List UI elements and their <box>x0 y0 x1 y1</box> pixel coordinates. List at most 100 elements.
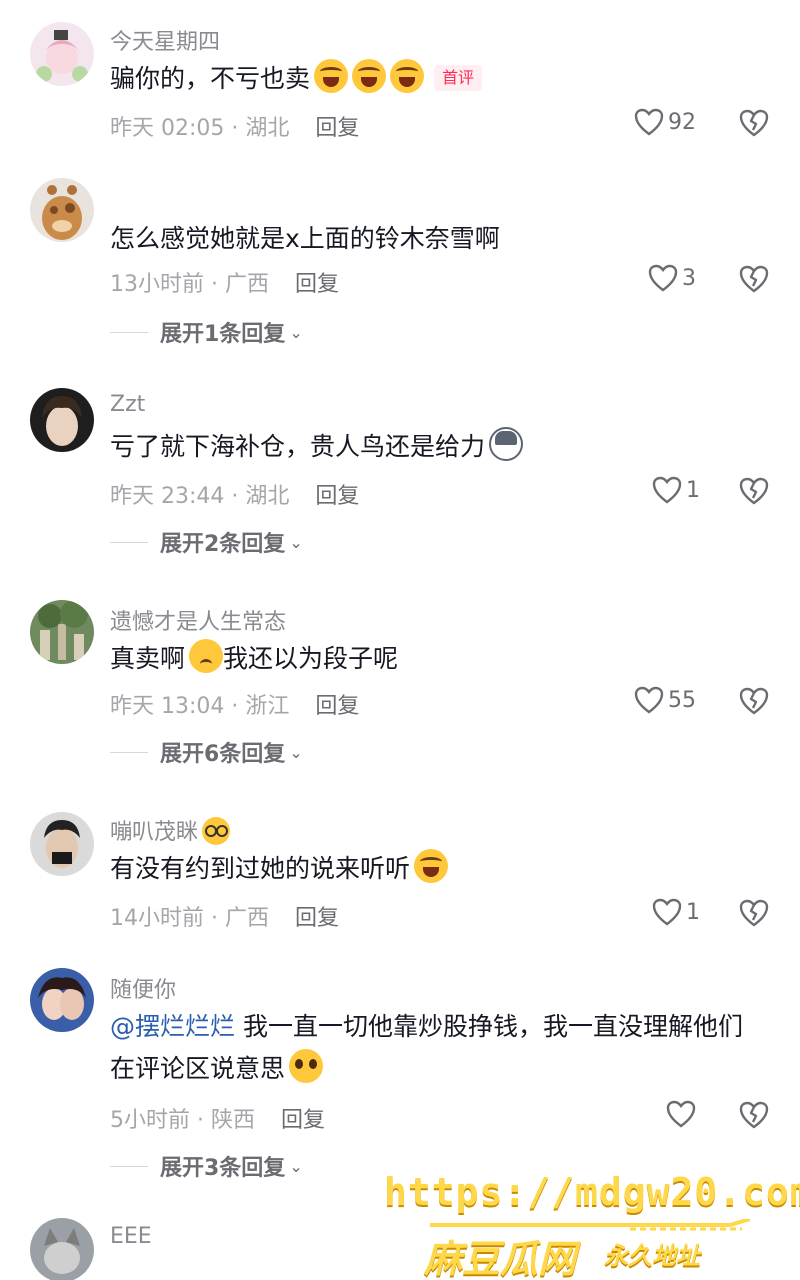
like-button[interactable]: 55 <box>634 686 696 714</box>
expand-replies-label: 展开1条回复 <box>160 322 286 347</box>
avatar[interactable] <box>30 388 94 452</box>
comment-text: 怎么感觉她就是x上面的铃木奈雪啊 <box>110 224 500 253</box>
heart-icon <box>634 686 664 714</box>
avatar[interactable] <box>30 968 94 1032</box>
like-button[interactable]: 92 <box>634 108 696 136</box>
watermark-site-name: 麻豆瓜网 <box>424 1237 577 1280</box>
broken-heart-icon[interactable] <box>738 898 770 928</box>
chevron-down-icon: ⌄ <box>289 322 303 342</box>
comment-location: 陕西 <box>210 1108 255 1133</box>
expand-divider <box>110 541 148 543</box>
meta-separator: · <box>204 272 225 297</box>
reply-button[interactable]: 回复 <box>281 1108 325 1133</box>
heart-icon <box>652 898 682 926</box>
comment-location: 湖北 <box>245 116 290 141</box>
expand-replies-button[interactable]: 展开3条回复 ⌄ <box>110 1150 303 1182</box>
broken-heart-icon[interactable] <box>738 1100 770 1130</box>
comment-text-first: 真卖啊 <box>110 644 186 673</box>
like-count: 92 <box>668 109 696 135</box>
first-comment-badge: 首评 <box>434 65 483 91</box>
nerd-emoji <box>202 817 231 845</box>
heart-icon <box>634 108 664 136</box>
comment-item: 随便你 @摆烂烂烂 我一直一切他靠炒股挣钱，我一直没理解他们在评论区说意思 5小… <box>0 960 800 1200</box>
expand-divider <box>110 331 148 333</box>
broken-heart-icon[interactable] <box>738 476 770 506</box>
username[interactable]: 今天星期四 <box>110 24 220 56</box>
avatar[interactable] <box>30 178 94 242</box>
mention-link[interactable]: @摆烂烂烂 <box>110 1012 235 1041</box>
comment-text-body: 亏了就下海补仓，贵人鸟还是给力 <box>110 432 486 461</box>
avatar[interactable] <box>30 600 94 664</box>
username[interactable]: 嘣叭茂眯 <box>110 814 231 846</box>
comment-text: 骗你的，不亏也卖 首评 <box>110 58 760 100</box>
meta-separator: · <box>204 906 225 931</box>
heart-icon <box>666 1100 696 1128</box>
comment-text: 亏了就下海补仓，贵人鸟还是给力 <box>110 426 760 468</box>
comment-item: 怎么感觉她就是x上面的铃木奈雪啊 13小时前 · 广西 回复 3 展开1条回复 ⌄ <box>0 170 800 370</box>
like-button[interactable]: 3 <box>648 264 696 292</box>
broken-heart-icon[interactable] <box>738 108 770 138</box>
comment-text-second: 我还以为段子呢 <box>223 644 399 673</box>
cry-laugh-emoji <box>314 59 349 93</box>
broken-heart-icon[interactable] <box>738 264 770 294</box>
comment-time: 昨天 13:04 <box>110 694 225 719</box>
like-button[interactable] <box>666 1100 700 1128</box>
avatar[interactable] <box>30 812 94 876</box>
reply-button[interactable]: 回复 <box>295 272 339 297</box>
avatar[interactable] <box>30 1218 94 1280</box>
like-count: 3 <box>682 265 696 291</box>
comment-location: 广西 <box>224 272 269 297</box>
chevron-down-icon: ⌄ <box>289 532 303 552</box>
comment-time: 14小时前 <box>110 906 204 931</box>
comment-item: Zzt 亏了就下海补仓，贵人鸟还是给力 昨天 23:44 · 湖北 回复 1 展开… <box>0 380 800 580</box>
reply-button[interactable]: 回复 <box>315 484 359 509</box>
comment-location: 浙江 <box>245 694 290 719</box>
expand-divider <box>110 1165 148 1167</box>
username[interactable]: EEE <box>110 1224 152 1249</box>
like-button[interactable]: 1 <box>652 476 700 504</box>
expand-replies-button[interactable]: 展开1条回复 ⌄ <box>110 316 303 348</box>
comment-meta: 昨天 13:04 · 浙江 回复 <box>110 688 359 720</box>
cry-laugh-emoji <box>390 59 425 93</box>
expand-divider <box>110 751 148 753</box>
comment-text-body: 骗你的，不亏也卖 <box>110 64 311 93</box>
expand-replies-label: 展开6条回复 <box>160 742 286 767</box>
pleading-emoji <box>289 1049 324 1083</box>
reply-button[interactable]: 回复 <box>315 116 359 141</box>
comment-location: 广西 <box>224 906 269 931</box>
expand-replies-label: 展开3条回复 <box>160 1156 286 1181</box>
comment-text: @摆烂烂烂 我一直一切他靠炒股挣钱，我一直没理解他们在评论区说意思 <box>110 1006 760 1090</box>
expand-replies-button[interactable]: 展开6条回复 ⌄ <box>110 736 303 768</box>
like-button[interactable]: 1 <box>652 898 700 926</box>
username[interactable]: 随便你 <box>110 972 176 1004</box>
comment-item: 今天星期四 骗你的，不亏也卖 首评 昨天 02:05 · 湖北 回复 92 <box>0 0 800 170</box>
comment-meta: 昨天 02:05 · 湖北 回复 <box>110 110 359 142</box>
cry-laugh-emoji <box>414 849 449 883</box>
username[interactable]: Zzt <box>110 392 145 417</box>
like-count: 55 <box>668 687 696 713</box>
watermark-url: https://mdgw20.com <box>384 1170 800 1214</box>
comment-item: 嘣叭茂眯 有没有约到过她的说来听听 14小时前 · 广西 回复 1 <box>0 800 800 950</box>
meta-separator: · <box>224 694 246 719</box>
comment-time: 昨天 02:05 <box>110 116 225 141</box>
comment-meta: 5小时前 · 陕西 回复 <box>110 1102 325 1134</box>
broken-heart-icon[interactable] <box>738 686 770 716</box>
meta-separator: · <box>224 484 246 509</box>
reply-button[interactable]: 回复 <box>315 694 359 719</box>
cry-laugh-emoji <box>352 59 387 93</box>
dog-emoji <box>489 427 524 461</box>
sad-emoji <box>189 639 224 673</box>
expand-replies-label: 展开2条回复 <box>160 532 286 557</box>
like-count: 1 <box>686 899 700 925</box>
comment-time: 昨天 23:44 <box>110 484 225 509</box>
avatar[interactable] <box>30 22 94 86</box>
username[interactable]: 遗憾才是人生常态 <box>110 604 286 636</box>
comment-text: 真卖啊 我还以为段子呢 <box>110 638 760 680</box>
heart-icon <box>648 264 678 292</box>
comment-text-body: 有没有约到过她的说来听听 <box>110 854 411 883</box>
expand-replies-button[interactable]: 展开2条回复 ⌄ <box>110 526 303 558</box>
heart-icon <box>652 476 682 504</box>
like-count: 1 <box>686 477 700 503</box>
reply-button[interactable]: 回复 <box>295 906 339 931</box>
meta-separator: · <box>224 116 246 141</box>
